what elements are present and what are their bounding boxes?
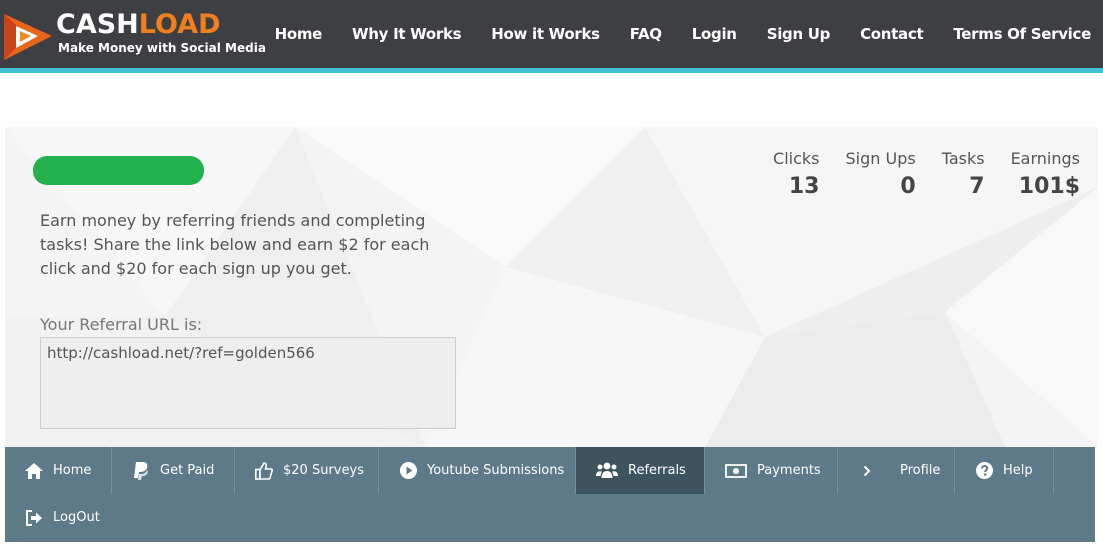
menu-item-label: $20 Surveys: [283, 463, 364, 478]
site-logo[interactable]: CASHLOAD Make Money with Social Media: [0, 2, 266, 66]
menu-item-label: Get Paid: [160, 463, 215, 478]
referral-url-box[interactable]: http://cashload.net/?ref=golden566: [40, 337, 456, 429]
menu-item-logout[interactable]: LogOut: [5, 494, 115, 541]
stat-value: 0: [900, 174, 916, 199]
menu-item-referrals[interactable]: Referrals: [576, 447, 705, 494]
stat-label: Tasks: [941, 149, 985, 168]
menu-item-label: Referrals: [628, 463, 686, 478]
users-icon: [596, 462, 618, 480]
menu-item-label: Home: [53, 463, 92, 478]
referral-description: Earn money by referring friends and comp…: [40, 211, 430, 278]
thumbs-up-icon: [255, 461, 273, 480]
nav-faq[interactable]: FAQ: [630, 25, 662, 43]
logo-title: CASHLOAD: [56, 10, 221, 40]
nav-contact[interactable]: Contact: [860, 25, 924, 43]
stat-value: 13: [788, 174, 820, 199]
menu-item-get-paid[interactable]: Get Paid: [112, 447, 235, 494]
logo-title-cash: CASH: [56, 9, 139, 40]
page-root: CASHLOAD Make Money with Social Media Ho…: [0, 0, 1103, 547]
stat-label: Earnings: [1010, 149, 1080, 168]
stat-value: 101$: [1018, 174, 1080, 199]
home-icon: [25, 462, 43, 480]
menu-item-help[interactable]: Help: [955, 447, 1054, 494]
sign-out-icon: [25, 509, 43, 527]
menu-item-label: Youtube Submissions: [427, 463, 565, 478]
paypal-icon: [132, 461, 150, 480]
redacted-username: [33, 156, 204, 185]
play-logo-icon: [4, 14, 52, 60]
stat-clicks: Clicks 13: [773, 149, 819, 199]
referral-hero: Earn money by referring friends and comp…: [5, 127, 1098, 447]
stat-earnings: Earnings 101$: [1011, 149, 1080, 199]
top-navbar: CASHLOAD Make Money with Social Media Ho…: [0, 0, 1103, 73]
main-nav: Home Why It Works How it Works FAQ Login…: [245, 0, 1092, 68]
stat-sign-ups: Sign Ups 0: [846, 149, 916, 199]
nav-terms-of-service[interactable]: Terms Of Service: [953, 25, 1091, 43]
stat-tasks: Tasks 7: [942, 149, 985, 199]
menu-item-profile[interactable]: Profile: [838, 447, 955, 494]
stat-label: Clicks: [773, 149, 820, 168]
menu-item-home[interactable]: Home: [5, 447, 112, 494]
menu-item-surveys[interactable]: $20 Surveys: [235, 447, 379, 494]
logo-title-load: LOAD: [138, 9, 221, 40]
menu-item-label: LogOut: [53, 510, 100, 525]
menu-item-label: Help: [1003, 463, 1033, 478]
dashboard-menu-row-1: Home Get Paid $20 Surveys Youtube Submis…: [5, 447, 1095, 494]
question-circle-icon: [975, 462, 993, 480]
chevron-right-icon: [858, 462, 876, 480]
referral-url-label: Your Referral URL is:: [40, 315, 203, 334]
menu-item-payments[interactable]: Payments: [705, 447, 838, 494]
money-icon: [725, 462, 747, 480]
menu-item-youtube-submissions[interactable]: Youtube Submissions: [379, 447, 576, 494]
nav-home[interactable]: Home: [275, 25, 323, 43]
logo-tagline: Make Money with Social Media: [58, 41, 266, 55]
nav-login[interactable]: Login: [692, 25, 737, 43]
referral-url-text: http://cashload.net/?ref=golden566: [47, 344, 315, 362]
nav-why-it-works[interactable]: Why It Works: [352, 25, 462, 43]
menu-item-label: Profile: [900, 463, 941, 478]
nav-how-it-works[interactable]: How it Works: [491, 25, 600, 43]
referral-stats: Clicks 13 Sign Ups 0 Tasks 7 Earnings 10…: [747, 149, 1080, 199]
play-circle-icon: [399, 462, 417, 480]
stat-label: Sign Ups: [845, 149, 916, 168]
menu-item-label: Payments: [757, 463, 821, 478]
stat-value: 7: [969, 174, 985, 199]
nav-sign-up[interactable]: Sign Up: [767, 25, 831, 43]
dashboard-menu: Home Get Paid $20 Surveys Youtube Submis…: [5, 447, 1095, 542]
dashboard-menu-row-2: LogOut: [5, 494, 1095, 541]
